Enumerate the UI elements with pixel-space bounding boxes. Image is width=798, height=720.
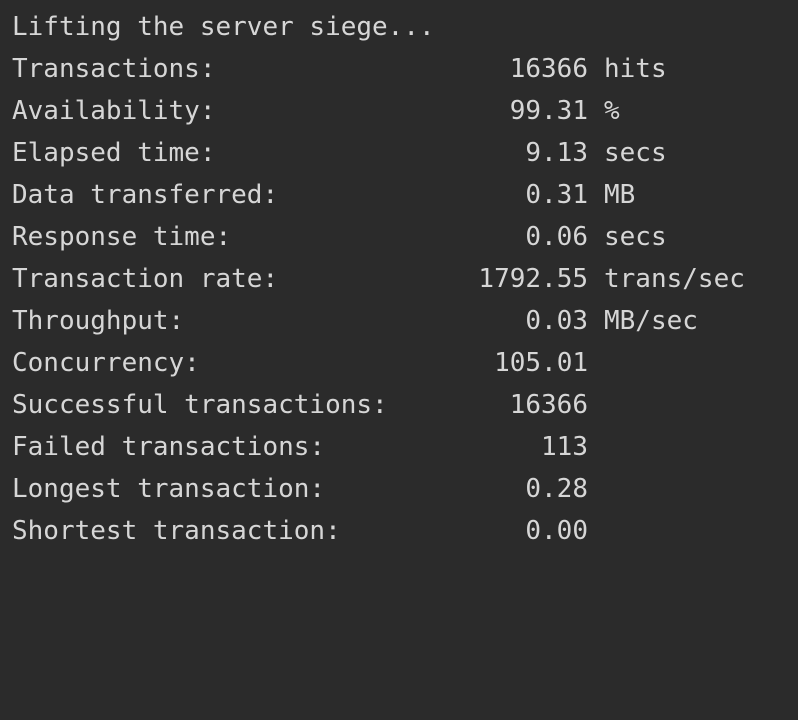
stat-label: Longest transaction: (12, 474, 326, 504)
stat-row-transaction-rate: Transaction rate: 1792.55 trans/sec (0, 258, 798, 300)
stat-unit: % (604, 96, 620, 126)
stat-unit: MB (604, 180, 636, 210)
stat-value: 9.13 (525, 138, 588, 168)
stat-row-successful-transactions: Successful transactions: 16366 (0, 384, 798, 426)
siege-status-line: Lifting the server siege... (12, 12, 435, 42)
stat-value: 0.03 (525, 306, 588, 336)
stat-row-elapsed-time: Elapsed time: 9.13 secs (0, 132, 798, 174)
stat-row-data-transferred: Data transferred: 0.31 MB (0, 174, 798, 216)
stat-value: 0.06 (525, 222, 588, 252)
stat-row-shortest-transaction: Shortest transaction: 0.00 (0, 510, 798, 552)
stat-label: Shortest transaction: (12, 516, 341, 546)
stat-label: Data transferred: (12, 180, 279, 210)
stat-row-concurrency: Concurrency: 105.01 (0, 342, 798, 384)
stat-value: 16366 (509, 54, 588, 84)
stat-row-transactions: Transactions: 16366 hits (0, 48, 798, 90)
stat-label: Elapsed time: (12, 138, 216, 168)
stat-value: 105.01 (494, 348, 588, 378)
stat-value: 0.31 (525, 180, 588, 210)
stat-label: Concurrency: (12, 348, 200, 378)
stat-value: 113 (541, 432, 588, 462)
stat-value: 16366 (509, 390, 588, 420)
stat-label: Transaction rate: (12, 264, 279, 294)
stat-unit: secs (604, 138, 667, 168)
stat-label: Response time: (12, 222, 232, 252)
stat-label: Transactions: (12, 54, 216, 84)
stat-unit: hits (604, 54, 667, 84)
stat-label: Failed transactions: (12, 432, 326, 462)
stat-unit: trans/sec (604, 264, 745, 294)
stat-label: Successful transactions: (12, 390, 388, 420)
stat-value: 1792.55 (478, 264, 588, 294)
stat-row-longest-transaction: Longest transaction: 0.28 (0, 468, 798, 510)
stat-label: Throughput: (12, 306, 185, 336)
stat-row-availability: Availability: 99.31 % (0, 90, 798, 132)
stat-value: 99.31 (509, 96, 588, 126)
stat-label: Availability: (12, 96, 216, 126)
terminal-window: Lifting the server siege... Transactions… (0, 0, 798, 556)
stat-value: 0.28 (525, 474, 588, 504)
stat-value: 0.00 (525, 516, 588, 546)
stat-unit: secs (604, 222, 667, 252)
stat-row-throughput: Throughput: 0.03 MB/sec (0, 300, 798, 342)
stat-row-failed-transactions: Failed transactions: 113 (0, 426, 798, 468)
stat-row-response-time: Response time: 0.06 secs (0, 216, 798, 258)
stat-unit: MB/sec (604, 306, 698, 336)
